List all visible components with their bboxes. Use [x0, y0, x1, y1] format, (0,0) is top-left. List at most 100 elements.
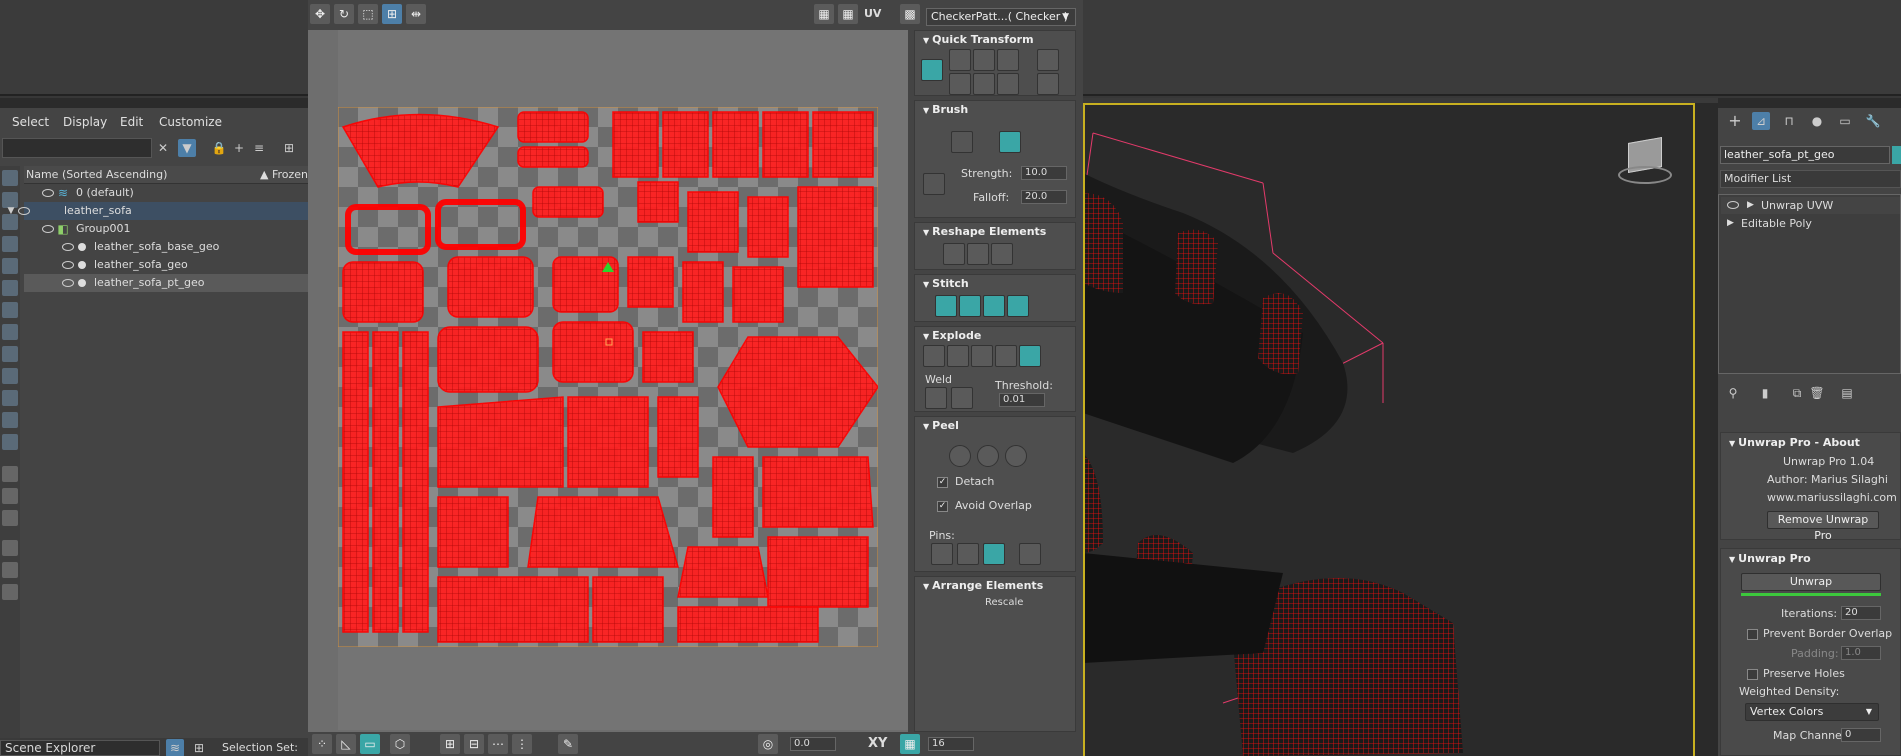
preserve-holes-checkbox[interactable] [1747, 669, 1758, 680]
rotate-icon[interactable]: ↻ [334, 4, 354, 24]
scene-explorer-selector[interactable]: Scene Explorer [0, 740, 160, 756]
object-name-field[interactable]: leather_sofa_pt_geo [1720, 146, 1890, 164]
helper-filter-icon[interactable] [2, 280, 18, 296]
uv-island[interactable] [342, 261, 424, 323]
uv-island[interactable] [552, 321, 634, 383]
uv-island[interactable] [627, 256, 674, 308]
remove-unwrap-pro-button[interactable]: Remove Unwrap Pro [1767, 511, 1879, 542]
loop-icon[interactable]: ⋯ [488, 734, 508, 754]
funnel-icon[interactable] [2, 540, 18, 556]
uv-island[interactable] [532, 186, 604, 218]
uv-island[interactable] [642, 331, 694, 383]
make-unique-icon[interactable]: ⧉ [1788, 384, 1806, 402]
align-to-edge-button[interactable] [921, 59, 943, 81]
mirror-icon[interactable]: ⇹ [406, 4, 426, 24]
motion-tab-icon[interactable]: ● [1808, 112, 1826, 130]
expand-arrow-icon[interactable]: ▶ [1747, 197, 1754, 214]
hierarchy-tab-icon[interactable]: ⊓ [1780, 112, 1798, 130]
uv-island[interactable] [767, 536, 869, 608]
select-edge-icon[interactable]: ◺ [336, 734, 356, 754]
uv-island[interactable] [437, 326, 539, 393]
modifier-visibility-icon[interactable] [1727, 201, 1739, 209]
uv-island[interactable] [762, 111, 809, 178]
menu-display[interactable]: Display [63, 115, 107, 129]
filter-display-icon[interactable] [2, 562, 18, 578]
menu-edit[interactable]: Edit [120, 115, 143, 129]
utilities-tab-icon[interactable]: 🔧 [1864, 112, 1882, 130]
expand-arrow-icon[interactable]: ▶ [1727, 215, 1734, 232]
hierarchy-icon[interactable]: ⊞ [280, 139, 298, 157]
weld-selected-button[interactable] [925, 387, 947, 409]
name-column-header[interactable]: Name (Sorted Ascending) [26, 168, 167, 181]
uv-island[interactable] [687, 191, 739, 253]
uv-island[interactable] [342, 331, 369, 633]
grid-snap-icon[interactable]: ▦ [900, 734, 920, 754]
peel-mode-button[interactable] [977, 445, 999, 467]
uv-island[interactable] [447, 256, 534, 318]
visibility-eye-icon[interactable] [62, 243, 74, 251]
unpin-button[interactable] [957, 543, 979, 565]
select-vertex-icon[interactable]: ⁘ [312, 734, 332, 754]
about-title[interactable]: ▼ Unwrap Pro - About [1729, 436, 1860, 449]
visibility-eye-icon[interactable] [42, 225, 54, 233]
flatten-by-smoothing-button[interactable] [971, 345, 993, 367]
uv-island[interactable] [527, 496, 679, 568]
detach-checkbox[interactable]: ✓ [937, 477, 948, 488]
threshold-spinner[interactable]: 0.01 [999, 393, 1045, 407]
align-vertical-button[interactable] [973, 49, 995, 71]
stitch-target-button[interactable] [1007, 295, 1029, 317]
hidden-filter-icon[interactable] [2, 434, 18, 450]
light-filter-icon[interactable] [2, 236, 18, 252]
quick-peel-button[interactable] [949, 445, 971, 467]
soft-selection-icon[interactable]: ◎ [758, 734, 778, 754]
uv-island[interactable] [747, 196, 789, 258]
scale-icon[interactable]: ⬚ [358, 4, 378, 24]
select-element-icon[interactable]: ⬡ [390, 734, 410, 754]
avoid-overlap-checkbox[interactable]: ✓ [937, 501, 948, 512]
uv-island[interactable] [437, 396, 564, 488]
create-tab-icon[interactable]: + [1726, 112, 1744, 130]
strength-spinner[interactable]: 10.0 [1021, 166, 1067, 180]
uv-island[interactable] [797, 186, 874, 288]
uv-island[interactable] [517, 111, 589, 143]
lock-icon[interactable]: 🔒 [210, 139, 228, 157]
tree-row-default-layer[interactable]: ≋ 0 (default) [24, 184, 308, 202]
uv-island[interactable] [662, 111, 709, 178]
modify-tab-icon[interactable]: ⊿ [1752, 112, 1770, 130]
weighted-density-dropdown[interactable]: Vertex Colors ▼ [1745, 703, 1879, 721]
uv-island[interactable] [732, 266, 784, 323]
layers-icon[interactable]: ≡ [250, 139, 268, 157]
rotate-cw-button[interactable] [997, 73, 1019, 95]
layer-explorer-icon[interactable]: ≋ [166, 739, 184, 756]
flatten-by-polygon-button[interactable] [1019, 345, 1041, 367]
uv-island[interactable] [712, 111, 759, 178]
break-button[interactable] [923, 345, 945, 367]
arrange-elements-title[interactable]: ▼ Arrange Elements [923, 579, 1043, 592]
pin-button[interactable] [931, 543, 953, 565]
remove-modifier-icon[interactable]: 🗑 [1808, 384, 1826, 402]
stitch-average-button[interactable] [983, 295, 1005, 317]
tree-row-sofa-geo[interactable]: leather_sofa_geo [24, 256, 308, 274]
pinch-brush-button[interactable] [999, 131, 1021, 153]
select-face-icon[interactable]: ▭ [360, 734, 380, 754]
prevent-border-overlap-checkbox[interactable] [1747, 629, 1758, 640]
freeform-icon[interactable]: ⊞ [382, 4, 402, 24]
grid-value[interactable]: 16 [928, 737, 974, 751]
filter-icon[interactable]: ▼ [178, 139, 196, 157]
invert-filter-icon[interactable] [2, 466, 18, 482]
flatten-button[interactable] [991, 243, 1013, 265]
flatten-by-material-button[interactable] [995, 345, 1017, 367]
modifier-list-dropdown[interactable]: Modifier List [1720, 170, 1901, 188]
quick-transform-title[interactable]: ▼ Quick Transform [923, 33, 1034, 46]
ring-icon[interactable]: ⋮ [512, 734, 532, 754]
pin-stack-icon[interactable]: ⚲ [1724, 384, 1742, 402]
map-channel-spinner[interactable]: 0 [1841, 728, 1881, 742]
padding-spinner[interactable]: 1.0 [1841, 646, 1881, 660]
relax-brush-button[interactable] [951, 131, 973, 153]
align-horizontal-button[interactable] [949, 49, 971, 71]
stack-item-editable-poly[interactable]: ▶ Editable Poly [1721, 215, 1900, 232]
uv-island[interactable] [612, 111, 659, 178]
move-icon[interactable]: ✥ [310, 4, 330, 24]
stack-item-unwrap-uvw[interactable]: ▶ Unwrap UVW [1721, 197, 1900, 214]
display-all-icon[interactable] [2, 170, 18, 186]
